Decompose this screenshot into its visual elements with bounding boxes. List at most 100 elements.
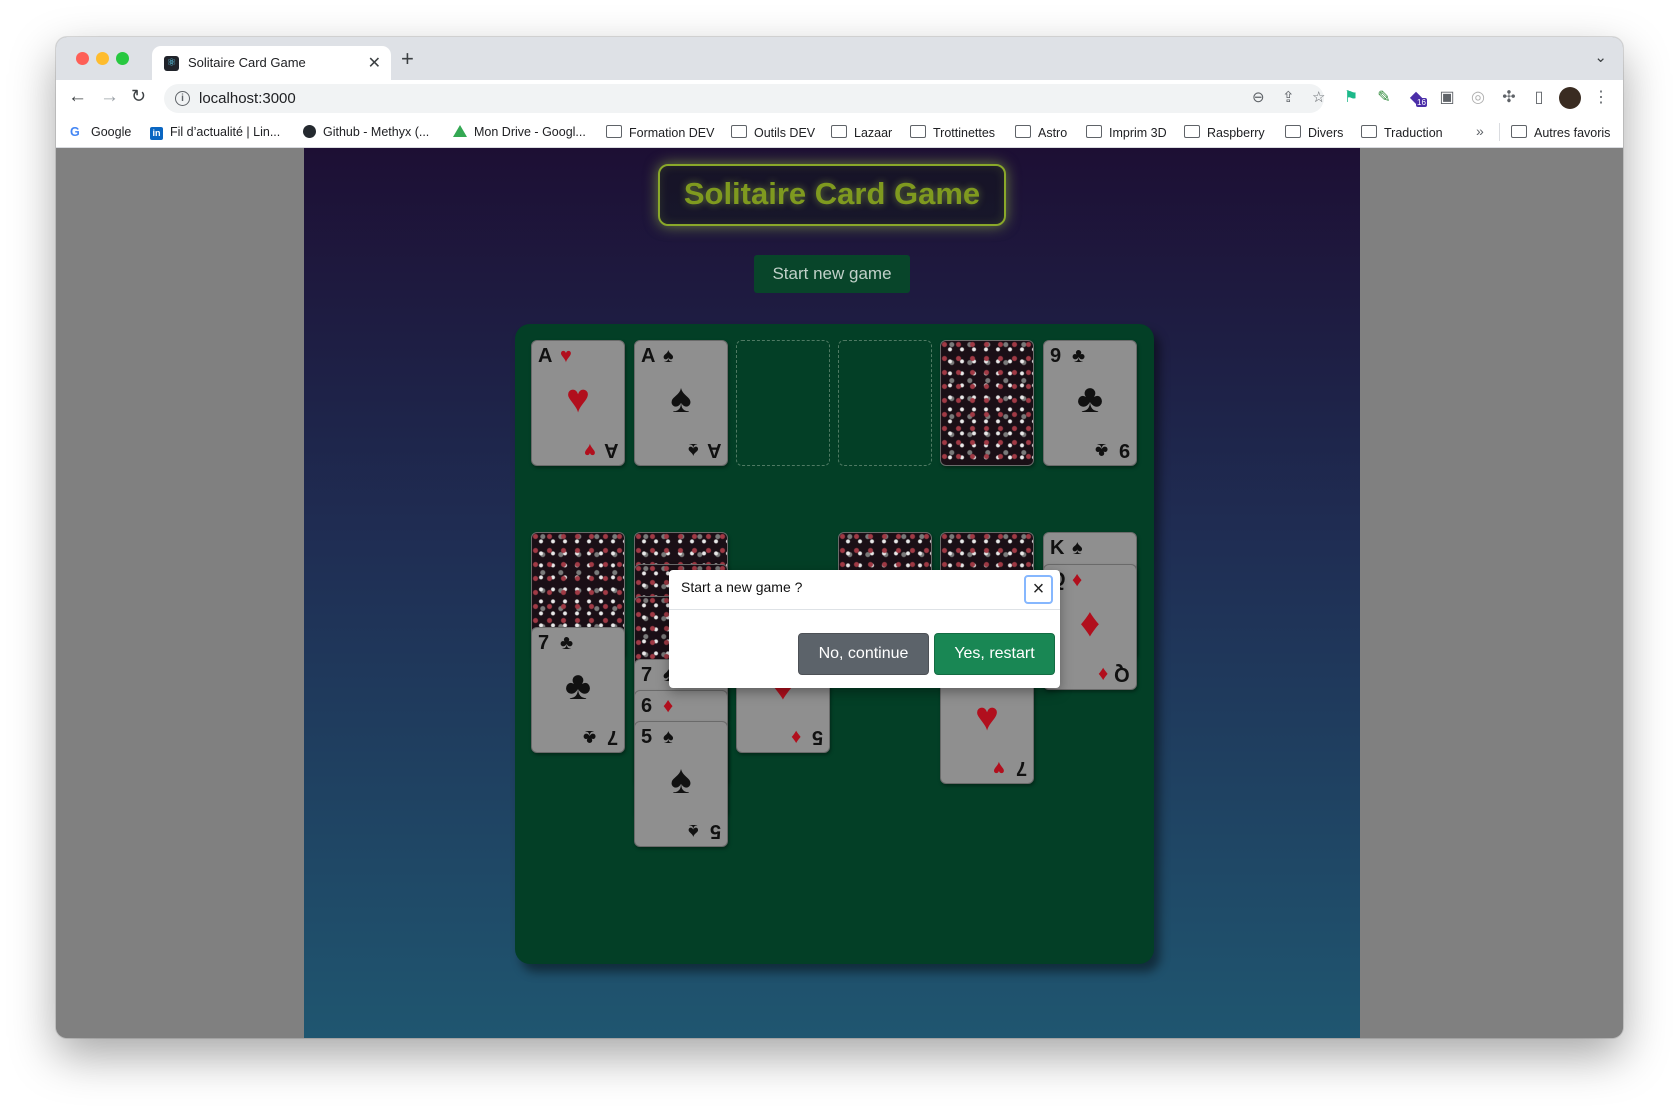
bookmark-star-icon[interactable]: ☆ [1312,88,1325,106]
extension-badge: 16 [1416,98,1427,107]
browser-toolbar: ← → ↻ i localhost:3000 ⊖ ⇪ ☆ ⚑ ✎ ◆16 ▣ ◎… [56,80,1623,117]
site-info-icon[interactable]: i [175,91,190,106]
address-bar[interactable]: i localhost:3000 ⊖ ⇪ ☆ [164,84,1325,113]
empty-foundation-slot[interactable] [838,340,932,466]
zoom-icon[interactable]: ⊖ [1252,88,1265,106]
bookmarks-bar: G Google in Fil d’actualité | Lin... Githu… [56,117,1623,148]
diamond-icon: ♦ [790,726,801,748]
page-viewport: Solitaire Card Game Start new game A ♥ ♥… [56,148,1623,1038]
forward-button[interactable]: → [100,86,119,108]
bookmark-drive[interactable]: Mon Drive - Googl... [453,125,586,139]
heart-icon: ♥ [584,439,596,461]
puzzle-icon[interactable]: ✣ [1499,88,1519,108]
foundation-card[interactable]: A ♠ ♠ ♠ A [634,340,728,466]
folder-icon [1184,125,1200,138]
react-icon: ⚛ [164,56,179,71]
close-window-button[interactable] [76,52,89,65]
extension-icon[interactable]: ◆16 [1406,88,1427,108]
heart-icon: ♥ [560,345,572,367]
bookmark-folder[interactable]: Astro [1015,125,1067,140]
tab-strip: ⚛ Solitaire Card Game ✕ + ⌄ [56,37,1623,80]
drive-icon [453,125,467,137]
image-icon[interactable]: ▣ [1437,88,1457,108]
spade-icon: ♠ [670,758,692,802]
bookmarks-divider [1499,123,1500,141]
folder-icon [1511,125,1527,138]
page-title: Solitaire Card Game [658,164,1006,226]
bookmark-github[interactable]: Github - Methyx (... [303,125,429,139]
google-icon: G [70,125,80,139]
spade-icon: ♠ [663,726,674,748]
browser-tab[interactable]: ⚛ Solitaire Card Game ✕ [152,46,391,80]
tab-title: Solitaire Card Game [188,55,306,70]
bookmark-folder[interactable]: Outils DEV [731,125,815,140]
folder-icon [1361,125,1377,138]
extension-icon[interactable]: ✎ [1374,88,1394,108]
url-text[interactable]: localhost:3000 [199,90,296,107]
club-icon: ♣ [1072,345,1086,367]
foundation-card[interactable]: A ♥ ♥ ♥ A [531,340,625,466]
tab-search-icon[interactable]: ⌄ [1594,48,1607,66]
heart-icon: ♥ [993,757,1005,779]
modal-title: Start a new game ? [681,579,803,595]
extension-icon[interactable]: ⚑ [1341,88,1361,108]
bookmark-folder[interactable]: Lazaar [831,125,892,140]
profile-avatar[interactable] [1559,87,1581,109]
close-icon[interactable]: × [1024,575,1053,604]
bookmark-folder[interactable]: Formation DEV [606,125,714,140]
club-icon: ♣ [582,726,596,748]
browser-window: ⚛ Solitaire Card Game ✕ + ⌄ ← → ↻ i loca… [56,37,1623,1038]
spade-icon: ♠ [1072,537,1083,559]
close-tab-icon[interactable]: ✕ [368,53,381,73]
diamond-icon: ♦ [1072,569,1083,591]
start-new-game-button[interactable]: Start new game [754,255,910,293]
bookmark-folder[interactable]: Raspberry [1184,125,1265,140]
solitaire-app: Solitaire Card Game Start new game A ♥ ♥… [304,148,1360,1038]
reload-button[interactable]: ↻ [131,86,146,107]
folder-icon [1086,125,1102,138]
club-icon: ♣ [560,632,574,654]
bookmark-folder[interactable]: Trottinettes [910,125,995,140]
tableau-card[interactable]: 5 ♠ ♠ ♠ 5 [634,721,728,847]
folder-icon [831,125,847,138]
heart-icon: ♥ [975,695,999,739]
stock-pile[interactable] [940,340,1034,466]
spade-icon: ♠ [663,345,674,367]
bookmark-other-favorites[interactable]: Autres favoris [1511,125,1610,140]
spade-icon: ♠ [688,820,699,842]
folder-icon [606,125,622,138]
back-button[interactable]: ← [68,86,87,108]
modal-divider [669,609,1060,610]
club-icon: ♣ [1076,377,1104,421]
club-icon: ♣ [1094,439,1108,461]
folder-icon [1285,125,1301,138]
waste-card[interactable]: 9 ♣ ♣ ♣ 9 [1043,340,1137,466]
github-icon [303,125,316,138]
diamond-icon: ♦ [1097,663,1108,685]
diamond-icon: ♦ [663,695,674,717]
minimize-window-button[interactable] [96,52,109,65]
bookmark-folder[interactable]: Traduction [1361,125,1443,140]
folder-icon [1015,125,1031,138]
bookmark-google[interactable]: G Google [70,125,131,139]
spade-icon: ♠ [688,439,699,461]
new-game-modal: Start a new game ? × No, continue Yes, r… [669,570,1060,688]
more-bookmarks-icon[interactable]: » [1476,123,1484,139]
folder-icon [910,125,926,138]
compass-icon[interactable]: ◎ [1468,88,1488,108]
empty-foundation-slot[interactable] [736,340,830,466]
folder-icon [731,125,747,138]
maximize-window-button[interactable] [116,52,129,65]
share-icon[interactable]: ⇪ [1282,88,1295,106]
side-panel-icon[interactable]: ▯ [1529,88,1549,108]
heart-icon: ♥ [566,377,590,421]
new-tab-button[interactable]: + [401,46,414,72]
tableau-card[interactable]: 7 ♣ ♣ ♣ 7 [531,627,625,753]
bookmark-folder[interactable]: Divers [1285,125,1343,140]
menu-kebab-icon[interactable]: ⋮ [1591,88,1611,108]
bookmark-folder[interactable]: Imprim 3D [1086,125,1167,140]
no-continue-button[interactable]: No, continue [798,633,929,675]
linkedin-icon: in [150,127,163,140]
bookmark-linkedin[interactable]: in Fil d’actualité | Lin... [150,125,280,140]
yes-restart-button[interactable]: Yes, restart [934,633,1055,675]
